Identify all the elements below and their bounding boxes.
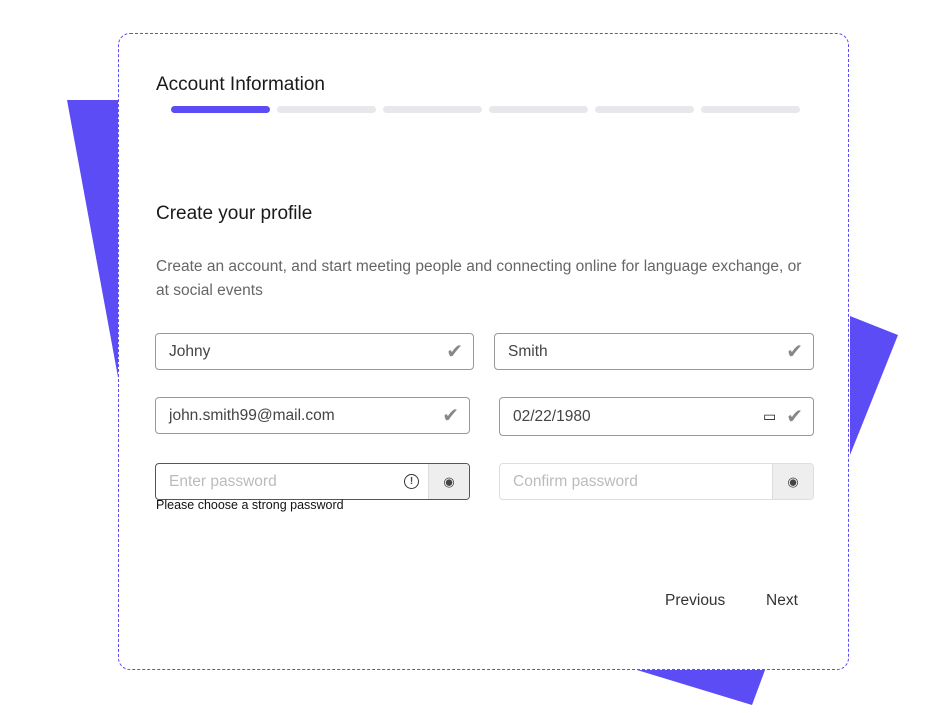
first-name-value: Johny [169, 342, 211, 360]
password-hint: Please choose a strong password [156, 498, 344, 512]
next-button[interactable]: Next [760, 591, 804, 611]
birthdate-input[interactable]: 02/22/1980 ▭ ✔ [499, 397, 814, 436]
last-name-value: Smith [508, 342, 548, 360]
step-4 [489, 106, 588, 113]
confirm-password-placeholder: Confirm password [513, 472, 638, 490]
step-2 [277, 106, 376, 113]
profile-card: Account Information Create your profile … [118, 33, 849, 670]
section-description: Create an account, and start meeting peo… [156, 258, 802, 299]
birthdate-value: 02/22/1980 [513, 407, 591, 425]
calendar-icon[interactable]: ▭ [763, 408, 776, 425]
eye-icon: ◉ [443, 473, 455, 489]
check-icon: ✔ [446, 341, 463, 363]
first-name-input[interactable]: Johny ✔ [155, 333, 474, 370]
check-icon: ✔ [786, 406, 803, 428]
step-progress [171, 106, 800, 113]
page-title: Account Information [156, 74, 325, 95]
confirm-password-input[interactable]: Confirm password ◉ [499, 463, 814, 500]
eye-icon: ◉ [787, 473, 799, 489]
email-input[interactable]: john.smith99@mail.com ✔ [155, 397, 470, 434]
check-icon: ✔ [786, 341, 803, 363]
last-name-input[interactable]: Smith ✔ [494, 333, 814, 370]
step-1 [171, 106, 270, 113]
section-title: Create your profile [156, 203, 313, 224]
warning-icon: ! [404, 474, 419, 489]
step-5 [595, 106, 694, 113]
password-input[interactable]: Enter password ! ◉ [155, 463, 470, 500]
step-3 [383, 106, 482, 113]
password-placeholder: Enter password [169, 472, 277, 490]
check-icon: ✔ [442, 405, 459, 427]
step-6 [701, 106, 800, 113]
show-confirm-password-button[interactable]: ◉ [772, 464, 813, 499]
email-value: john.smith99@mail.com [169, 406, 335, 424]
previous-button[interactable]: Previous [659, 591, 731, 611]
show-password-button[interactable]: ◉ [428, 464, 469, 499]
